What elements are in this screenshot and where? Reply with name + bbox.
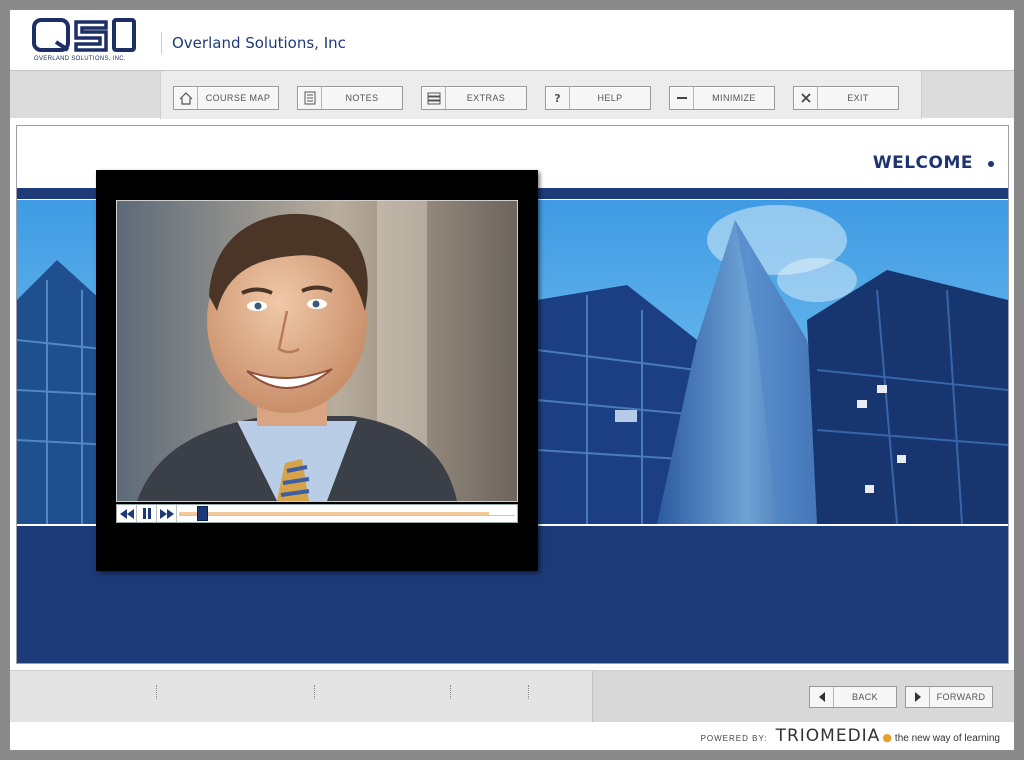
header-divider — [161, 32, 162, 54]
help-label: HELP — [597, 93, 623, 103]
notes-button[interactable]: NOTES — [297, 86, 403, 110]
notes-icon — [298, 87, 322, 109]
seek-rail — [179, 515, 515, 516]
powered-by-credit: POWERED BY: TRIOMEDIA ● the new way of l… — [700, 726, 1000, 746]
back-label: BACK — [851, 692, 879, 702]
brand-tagline: the new way of learning — [894, 733, 1000, 744]
progress-tick — [156, 685, 157, 699]
toolbar-band: COURSE MAP NOTES EXTRAS ? HELP MINIMIZE … — [10, 70, 1014, 119]
header: OVERLAND SOLUTIONS, INC. Overland Soluti… — [10, 10, 1014, 70]
logo-subtext: OVERLAND SOLUTIONS, INC. — [34, 56, 126, 62]
fast-forward-icon — [159, 508, 174, 519]
video-frame[interactable] — [116, 200, 518, 502]
minus-icon — [670, 87, 694, 109]
company-name: Overland Solutions, Inc — [172, 34, 346, 52]
video-seek-bar[interactable] — [177, 505, 517, 522]
fast-forward-button[interactable] — [157, 505, 177, 522]
course-map-label: COURSE MAP — [205, 93, 271, 103]
seek-handle[interactable] — [197, 506, 208, 521]
powered-by-label: POWERED BY: — [700, 734, 768, 743]
help-button[interactable]: ? HELP — [545, 86, 651, 110]
progress-tick — [528, 685, 529, 699]
company-logo: OVERLAND SOLUTIONS, INC. — [32, 18, 142, 64]
title-bullet — [988, 161, 994, 167]
exit-button[interactable]: EXIT — [793, 86, 899, 110]
minimize-label: MINIMIZE — [712, 93, 756, 103]
notes-label: NOTES — [345, 93, 379, 103]
rewind-icon — [119, 508, 134, 519]
chevron-left-icon — [810, 687, 834, 707]
course-map-button[interactable]: COURSE MAP — [173, 86, 279, 110]
forward-button[interactable]: FORWARD — [905, 686, 993, 708]
page-title: WELCOME — [872, 153, 973, 173]
presenter-video-image — [117, 201, 517, 501]
extras-button[interactable]: EXTRAS — [421, 86, 527, 110]
qsi-logo-mark — [32, 18, 136, 52]
footer-nav-panel: BACK FORWARD — [592, 671, 1014, 722]
triomedia-logo: TRIOMEDIA — [775, 726, 881, 746]
extras-label: EXTRAS — [466, 93, 506, 103]
archive-icon — [422, 87, 446, 109]
progress-ticks — [10, 671, 590, 722]
forward-label: FORWARD — [936, 692, 986, 702]
pause-icon — [142, 508, 151, 519]
exit-label: EXIT — [847, 93, 869, 103]
back-button[interactable]: BACK — [809, 686, 897, 708]
progress-tick — [450, 685, 451, 699]
toolbar: COURSE MAP NOTES EXTRAS ? HELP MINIMIZE … — [160, 71, 922, 119]
pause-button[interactable] — [137, 505, 157, 522]
rewind-button[interactable] — [117, 505, 137, 522]
chevron-right-icon — [906, 687, 930, 707]
close-icon — [794, 87, 818, 109]
video-player — [96, 170, 538, 571]
footer-navigation-bar: BACK FORWARD — [10, 670, 1014, 722]
progress-tick — [314, 685, 315, 699]
minimize-button[interactable]: MINIMIZE — [669, 86, 775, 110]
video-controls — [116, 504, 518, 523]
home-icon — [174, 87, 198, 109]
brand-dot-icon: ● — [882, 731, 892, 744]
question-icon: ? — [546, 87, 570, 109]
